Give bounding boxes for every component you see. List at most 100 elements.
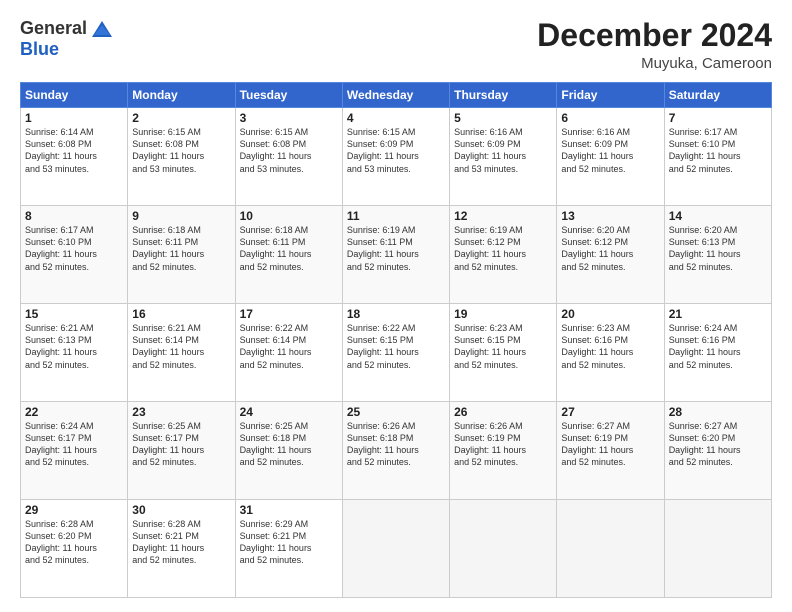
day-info: Sunrise: 6:21 AM Sunset: 6:14 PM Dayligh… (132, 322, 230, 371)
logo: General Blue (20, 18, 113, 60)
day-number: 30 (132, 503, 230, 517)
day-number: 24 (240, 405, 338, 419)
calendar-cell: 11Sunrise: 6:19 AM Sunset: 6:11 PM Dayli… (342, 206, 449, 304)
calendar-cell: 8Sunrise: 6:17 AM Sunset: 6:10 PM Daylig… (21, 206, 128, 304)
day-number: 3 (240, 111, 338, 125)
calendar-cell: 4Sunrise: 6:15 AM Sunset: 6:09 PM Daylig… (342, 108, 449, 206)
day-number: 25 (347, 405, 445, 419)
day-number: 19 (454, 307, 552, 321)
day-number: 29 (25, 503, 123, 517)
day-number: 28 (669, 405, 767, 419)
calendar-cell: 6Sunrise: 6:16 AM Sunset: 6:09 PM Daylig… (557, 108, 664, 206)
calendar-cell: 16Sunrise: 6:21 AM Sunset: 6:14 PM Dayli… (128, 304, 235, 402)
day-header-sunday: Sunday (21, 83, 128, 108)
calendar-page: General Blue December 2024 Muyuka, Camer… (0, 0, 792, 612)
day-number: 8 (25, 209, 123, 223)
day-number: 1 (25, 111, 123, 125)
day-number: 20 (561, 307, 659, 321)
calendar-cell: 17Sunrise: 6:22 AM Sunset: 6:14 PM Dayli… (235, 304, 342, 402)
day-number: 9 (132, 209, 230, 223)
calendar-cell: 25Sunrise: 6:26 AM Sunset: 6:18 PM Dayli… (342, 402, 449, 500)
logo-text: General (20, 18, 113, 39)
calendar-cell: 14Sunrise: 6:20 AM Sunset: 6:13 PM Dayli… (664, 206, 771, 304)
week-row-4: 22Sunrise: 6:24 AM Sunset: 6:17 PM Dayli… (21, 402, 772, 500)
day-info: Sunrise: 6:26 AM Sunset: 6:19 PM Dayligh… (454, 420, 552, 469)
calendar-cell: 21Sunrise: 6:24 AM Sunset: 6:16 PM Dayli… (664, 304, 771, 402)
day-info: Sunrise: 6:28 AM Sunset: 6:21 PM Dayligh… (132, 518, 230, 567)
day-info: Sunrise: 6:24 AM Sunset: 6:17 PM Dayligh… (25, 420, 123, 469)
day-info: Sunrise: 6:18 AM Sunset: 6:11 PM Dayligh… (240, 224, 338, 273)
location: Muyuka, Cameroon (537, 55, 772, 72)
calendar-cell: 24Sunrise: 6:25 AM Sunset: 6:18 PM Dayli… (235, 402, 342, 500)
day-header-row: SundayMondayTuesdayWednesdayThursdayFrid… (21, 83, 772, 108)
week-row-5: 29Sunrise: 6:28 AM Sunset: 6:20 PM Dayli… (21, 500, 772, 598)
day-info: Sunrise: 6:27 AM Sunset: 6:19 PM Dayligh… (561, 420, 659, 469)
calendar-cell (342, 500, 449, 598)
week-row-3: 15Sunrise: 6:21 AM Sunset: 6:13 PM Dayli… (21, 304, 772, 402)
day-number: 7 (669, 111, 767, 125)
day-number: 21 (669, 307, 767, 321)
day-info: Sunrise: 6:25 AM Sunset: 6:17 PM Dayligh… (132, 420, 230, 469)
calendar-cell: 19Sunrise: 6:23 AM Sunset: 6:15 PM Dayli… (450, 304, 557, 402)
calendar-cell: 15Sunrise: 6:21 AM Sunset: 6:13 PM Dayli… (21, 304, 128, 402)
day-number: 15 (25, 307, 123, 321)
day-info: Sunrise: 6:19 AM Sunset: 6:12 PM Dayligh… (454, 224, 552, 273)
day-info: Sunrise: 6:15 AM Sunset: 6:08 PM Dayligh… (132, 126, 230, 175)
day-header-saturday: Saturday (664, 83, 771, 108)
day-info: Sunrise: 6:21 AM Sunset: 6:13 PM Dayligh… (25, 322, 123, 371)
day-info: Sunrise: 6:18 AM Sunset: 6:11 PM Dayligh… (132, 224, 230, 273)
day-info: Sunrise: 6:23 AM Sunset: 6:15 PM Dayligh… (454, 322, 552, 371)
calendar-cell: 18Sunrise: 6:22 AM Sunset: 6:15 PM Dayli… (342, 304, 449, 402)
calendar-cell: 26Sunrise: 6:26 AM Sunset: 6:19 PM Dayli… (450, 402, 557, 500)
month-title: December 2024 (537, 18, 772, 53)
day-number: 14 (669, 209, 767, 223)
day-number: 2 (132, 111, 230, 125)
day-info: Sunrise: 6:19 AM Sunset: 6:11 PM Dayligh… (347, 224, 445, 273)
logo-blue-text: Blue (20, 39, 59, 60)
week-row-2: 8Sunrise: 6:17 AM Sunset: 6:10 PM Daylig… (21, 206, 772, 304)
day-info: Sunrise: 6:22 AM Sunset: 6:15 PM Dayligh… (347, 322, 445, 371)
day-number: 22 (25, 405, 123, 419)
calendar-cell: 10Sunrise: 6:18 AM Sunset: 6:11 PM Dayli… (235, 206, 342, 304)
day-number: 26 (454, 405, 552, 419)
day-number: 5 (454, 111, 552, 125)
calendar-cell (664, 500, 771, 598)
day-info: Sunrise: 6:23 AM Sunset: 6:16 PM Dayligh… (561, 322, 659, 371)
calendar-cell: 20Sunrise: 6:23 AM Sunset: 6:16 PM Dayli… (557, 304, 664, 402)
calendar-cell: 27Sunrise: 6:27 AM Sunset: 6:19 PM Dayli… (557, 402, 664, 500)
calendar-cell: 13Sunrise: 6:20 AM Sunset: 6:12 PM Dayli… (557, 206, 664, 304)
day-number: 27 (561, 405, 659, 419)
day-number: 31 (240, 503, 338, 517)
day-info: Sunrise: 6:29 AM Sunset: 6:21 PM Dayligh… (240, 518, 338, 567)
calendar-cell: 12Sunrise: 6:19 AM Sunset: 6:12 PM Dayli… (450, 206, 557, 304)
header: General Blue December 2024 Muyuka, Camer… (20, 18, 772, 72)
day-info: Sunrise: 6:17 AM Sunset: 6:10 PM Dayligh… (25, 224, 123, 273)
day-info: Sunrise: 6:20 AM Sunset: 6:12 PM Dayligh… (561, 224, 659, 273)
day-info: Sunrise: 6:16 AM Sunset: 6:09 PM Dayligh… (454, 126, 552, 175)
day-number: 4 (347, 111, 445, 125)
calendar-cell (450, 500, 557, 598)
day-info: Sunrise: 6:25 AM Sunset: 6:18 PM Dayligh… (240, 420, 338, 469)
day-number: 16 (132, 307, 230, 321)
calendar-cell (557, 500, 664, 598)
calendar-cell: 5Sunrise: 6:16 AM Sunset: 6:09 PM Daylig… (450, 108, 557, 206)
calendar-cell: 28Sunrise: 6:27 AM Sunset: 6:20 PM Dayli… (664, 402, 771, 500)
day-info: Sunrise: 6:14 AM Sunset: 6:08 PM Dayligh… (25, 126, 123, 175)
calendar-cell: 3Sunrise: 6:15 AM Sunset: 6:08 PM Daylig… (235, 108, 342, 206)
calendar-cell: 30Sunrise: 6:28 AM Sunset: 6:21 PM Dayli… (128, 500, 235, 598)
day-number: 10 (240, 209, 338, 223)
day-info: Sunrise: 6:15 AM Sunset: 6:09 PM Dayligh… (347, 126, 445, 175)
day-number: 23 (132, 405, 230, 419)
day-header-friday: Friday (557, 83, 664, 108)
day-number: 18 (347, 307, 445, 321)
calendar-cell: 1Sunrise: 6:14 AM Sunset: 6:08 PM Daylig… (21, 108, 128, 206)
day-info: Sunrise: 6:15 AM Sunset: 6:08 PM Dayligh… (240, 126, 338, 175)
calendar-cell: 29Sunrise: 6:28 AM Sunset: 6:20 PM Dayli… (21, 500, 128, 598)
day-number: 11 (347, 209, 445, 223)
calendar-cell: 2Sunrise: 6:15 AM Sunset: 6:08 PM Daylig… (128, 108, 235, 206)
day-number: 12 (454, 209, 552, 223)
day-header-tuesday: Tuesday (235, 83, 342, 108)
day-number: 13 (561, 209, 659, 223)
day-info: Sunrise: 6:26 AM Sunset: 6:18 PM Dayligh… (347, 420, 445, 469)
logo-general-text: General (20, 18, 87, 39)
